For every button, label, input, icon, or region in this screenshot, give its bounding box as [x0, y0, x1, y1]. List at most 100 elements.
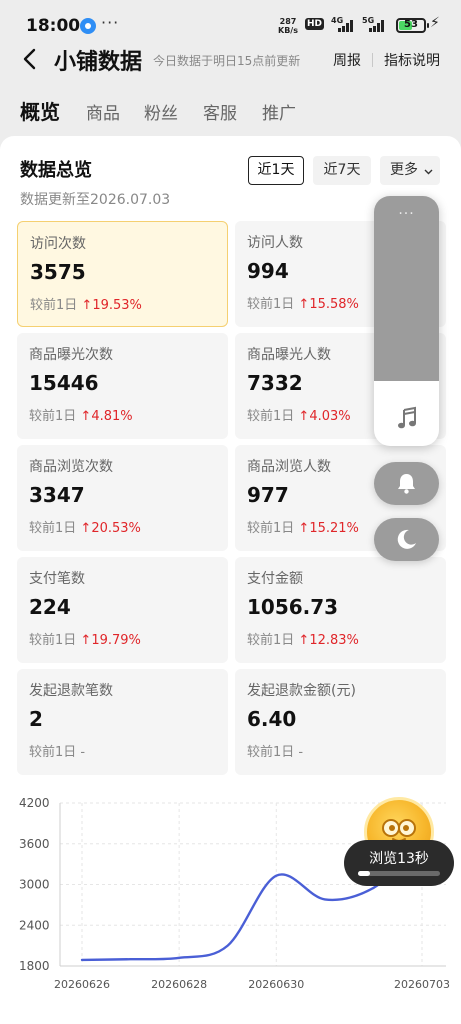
- x-tick-label: 20260703: [394, 978, 450, 991]
- ring-mode-button[interactable]: [374, 462, 439, 505]
- metric-compare: 较前1日 ↑4.03%: [247, 405, 351, 424]
- tab-fans[interactable]: 粉丝: [144, 99, 178, 124]
- metric-value: 6.40: [247, 707, 297, 731]
- volume-slider-track[interactable]: ···: [374, 196, 439, 381]
- range-7-day-button[interactable]: 近7天: [313, 156, 371, 185]
- section-title: 数据总览: [20, 160, 92, 181]
- floating-volume-panel[interactable]: ···: [374, 196, 439, 446]
- metric-card-product-views[interactable]: 商品浏览次数 3347 较前1日 ↑20.53%: [17, 445, 228, 551]
- compare-label: 较前1日: [247, 745, 295, 760]
- signal-icon: [336, 19, 356, 32]
- location-icon: [80, 18, 96, 34]
- metric-card-product-impressions[interactable]: 商品曝光次数 15446 较前1日 ↑4.81%: [17, 333, 228, 439]
- tab-bar: 概览 商品 粉丝 客服 推广: [0, 95, 461, 127]
- update-notice: 今日数据于明日15点前更新: [153, 54, 301, 68]
- compare-label: 较前1日: [29, 745, 77, 760]
- compare-label: 较前1日: [29, 633, 77, 648]
- net-speed-value: 287: [279, 17, 297, 26]
- compare-label: 较前1日: [29, 409, 77, 424]
- metric-compare: 较前1日 ↑20.53%: [29, 517, 141, 536]
- metric-compare: 较前1日 ↑12.83%: [247, 629, 359, 648]
- browse-timer[interactable]: 浏览13秒: [344, 840, 454, 886]
- metric-card-payment-amount[interactable]: 支付金额 1056.73 较前1日 ↑12.83%: [235, 557, 446, 663]
- change-up-arrow-icon: ↑: [80, 633, 92, 648]
- browse-progress-fill: [358, 871, 371, 876]
- y-tick-label: 3600: [19, 837, 50, 851]
- panel-more-icon[interactable]: ···: [374, 206, 439, 222]
- compare-label: 较前1日: [29, 521, 77, 536]
- metric-card-visits[interactable]: 访问次数 3575 较前1日 ↑19.53%: [17, 221, 228, 327]
- moon-icon: [397, 529, 416, 549]
- metric-card-refund-count[interactable]: 发起退款笔数 2 较前1日 -: [17, 669, 228, 775]
- back-icon[interactable]: [20, 48, 42, 70]
- change-up-arrow-icon: ↑: [81, 298, 93, 313]
- metric-compare: 较前1日 -: [29, 741, 85, 760]
- range-more-label: 更多: [390, 162, 418, 178]
- metric-value: 3347: [29, 483, 85, 507]
- battery-level: 53: [404, 19, 418, 30]
- compare-label: 较前1日: [247, 521, 295, 536]
- tab-products[interactable]: 商品: [86, 99, 120, 124]
- net-speed: 287 KB/s: [278, 17, 298, 35]
- y-tick-label: 2400: [19, 918, 50, 932]
- net-speed-unit: KB/s: [278, 26, 298, 35]
- metric-value: 977: [247, 483, 289, 507]
- metric-change: -: [80, 745, 86, 760]
- metric-change: 15.21%: [309, 521, 359, 536]
- metric-change: 12.83%: [309, 633, 359, 648]
- y-tick-label: 3000: [19, 878, 50, 892]
- metric-label: 支付笔数: [29, 571, 85, 587]
- metric-change: -: [298, 745, 304, 760]
- metric-change: 15.58%: [309, 297, 359, 312]
- do-not-disturb-button[interactable]: [374, 518, 439, 561]
- metric-compare: 较前1日 ↑15.21%: [247, 517, 359, 536]
- metric-value: 224: [29, 595, 71, 619]
- metric-label: 发起退款笔数: [29, 683, 113, 699]
- metric-value: 7332: [247, 371, 303, 395]
- metric-compare: 较前1日 ↑4.81%: [29, 405, 133, 424]
- tab-promotion[interactable]: 推广: [262, 99, 296, 124]
- chevron-down-icon: [424, 169, 433, 175]
- hd-badge: HD: [305, 18, 325, 30]
- metric-change: 4.81%: [91, 409, 133, 424]
- change-up-arrow-icon: ↑: [298, 521, 310, 536]
- range-1-day-button[interactable]: 近1天: [248, 156, 304, 185]
- status-more-icon: ···: [101, 13, 120, 32]
- app-root: 18:00 ··· 287 KB/s HD 4G 5G 53 ⚡ 小铺数据 今日…: [0, 0, 461, 1024]
- compare-label: 较前1日: [247, 633, 295, 648]
- charging-icon: ⚡: [430, 15, 440, 31]
- compare-label: 较前1日: [247, 297, 295, 312]
- browse-progress-bar: [358, 871, 440, 876]
- range-more-button[interactable]: 更多: [380, 156, 440, 185]
- tab-customer-service[interactable]: 客服: [203, 99, 237, 124]
- metric-change: 19.53%: [92, 298, 142, 313]
- music-note-icon: [398, 406, 416, 429]
- metric-description-link[interactable]: 指标说明: [384, 50, 440, 70]
- metric-compare: 较前1日 ↑19.53%: [30, 294, 142, 313]
- metric-compare: 较前1日 -: [247, 741, 303, 760]
- battery-icon: 53: [396, 18, 429, 33]
- metric-label: 访问人数: [247, 235, 303, 251]
- metric-value: 1056.73: [247, 595, 339, 619]
- metric-label: 商品曝光人数: [247, 347, 331, 363]
- y-tick-label: 1800: [19, 959, 50, 973]
- metric-card-payment-count[interactable]: 支付笔数 224 较前1日 ↑19.79%: [17, 557, 228, 663]
- browse-timer-label: 浏览13秒: [369, 851, 429, 867]
- x-tick-label: 20260628: [151, 978, 207, 991]
- compare-label: 较前1日: [247, 409, 295, 424]
- metric-label: 支付金额: [247, 571, 303, 587]
- data-updated-date: 数据更新至2026.07.03: [20, 192, 171, 208]
- compare-label: 较前1日: [30, 298, 78, 313]
- metric-change: 4.03%: [309, 409, 351, 424]
- status-time: 18:00: [26, 16, 81, 36]
- metric-change: 20.53%: [91, 521, 141, 536]
- metric-label: 访问次数: [30, 236, 86, 252]
- tab-overview[interactable]: 概览: [20, 96, 60, 125]
- metric-card-refund-amount[interactable]: 发起退款金额(元) 6.40 较前1日 -: [235, 669, 446, 775]
- weekly-report-link[interactable]: 周报: [333, 50, 361, 70]
- metric-label: 商品浏览人数: [247, 459, 331, 475]
- signal-icon: [367, 19, 387, 32]
- metric-label: 商品曝光次数: [29, 347, 113, 363]
- metric-value: 994: [247, 259, 289, 283]
- metric-change: 19.79%: [91, 633, 141, 648]
